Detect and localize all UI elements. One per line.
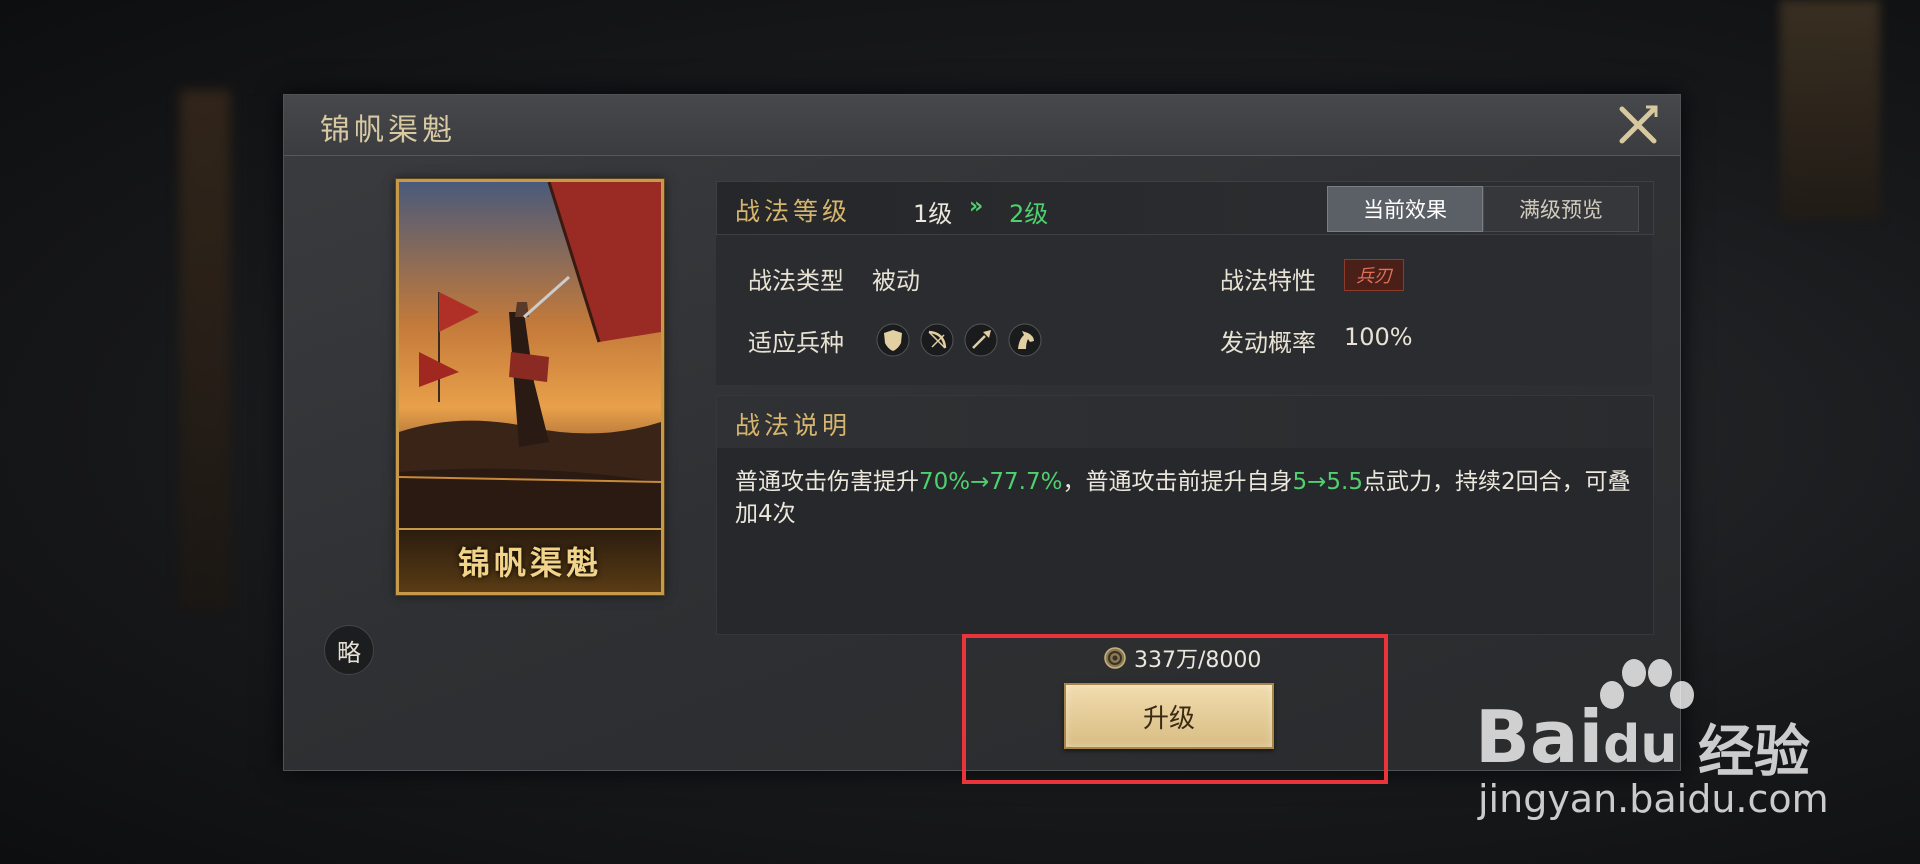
horse-troop-icon: [1008, 323, 1042, 357]
baidu-jingyan-watermark: Baidu 经验 jingyan.baidu.com: [1470, 655, 1910, 825]
description-highlight: 5→5.5: [1292, 469, 1363, 495]
bow-troop-icon: [920, 323, 954, 357]
skill-type-value: 被动: [872, 267, 920, 295]
description-highlight: 70%→77.7%: [919, 469, 1063, 495]
annotation-highlight-box: [962, 634, 1388, 784]
shield-troop-icon: [876, 323, 910, 357]
description-text: 普通攻击伤害提升70%→77.7%，普通攻击前提升自身5→5.5点武力，持续2回…: [735, 466, 1635, 530]
skill-type-label: 战法类型: [748, 267, 844, 295]
close-icon: [1619, 105, 1658, 144]
level-bar: 战法等级 1级 » 2级 当前效果 满级预览: [716, 181, 1654, 235]
trigger-rate-label: 发动概率: [1220, 329, 1316, 357]
watermark-url: jingyan.baidu.com: [1478, 777, 1829, 821]
tab-current-effect[interactable]: 当前效果: [1327, 186, 1483, 232]
strategy-badge[interactable]: 略: [324, 625, 374, 675]
background-decoration: [1780, 0, 1880, 220]
skill-trait-label: 战法特性: [1220, 267, 1316, 295]
level-title: 战法等级: [735, 197, 852, 226]
spear-troop-icon: [964, 323, 998, 357]
skill-trait-tag: 兵刃: [1344, 259, 1404, 291]
tab-max-level-preview[interactable]: 满级预览: [1483, 186, 1639, 232]
troop-type-label: 适应兵种: [748, 329, 844, 357]
description-header: 战法说明: [717, 396, 1653, 448]
close-button[interactable]: [1616, 103, 1660, 147]
card-name-plate: 锦帆渠魁: [399, 528, 661, 592]
background-decoration: [180, 90, 230, 610]
skill-attributes: 战法类型 被动 战法特性 兵刃 适应兵种 发动概率 100%: [716, 235, 1652, 385]
skill-description-box: 战法说明 普通攻击伤害提升70%→77.7%，普通攻击前提升自身5→5.5点武力…: [716, 395, 1654, 635]
watermark-brand: Baidu: [1475, 695, 1678, 779]
level-next: 2级: [1009, 200, 1049, 228]
dialog-header: 锦帆渠魁: [284, 95, 1680, 156]
card-name: 锦帆渠魁: [457, 544, 602, 582]
watermark-jingyan: 经验: [1698, 720, 1810, 785]
double-chevron-right-icon: »: [969, 194, 984, 219]
description-segment: ，普通攻击前提升自身: [1062, 469, 1293, 495]
skill-card: 锦帆渠魁: [396, 179, 664, 595]
trigger-rate-value: 100%: [1344, 323, 1413, 351]
description-title: 战法说明: [735, 411, 852, 440]
dialog-title: 锦帆渠魁: [320, 113, 456, 148]
level-current: 1级: [913, 200, 953, 228]
description-segment: 普通攻击伤害提升: [735, 469, 919, 495]
